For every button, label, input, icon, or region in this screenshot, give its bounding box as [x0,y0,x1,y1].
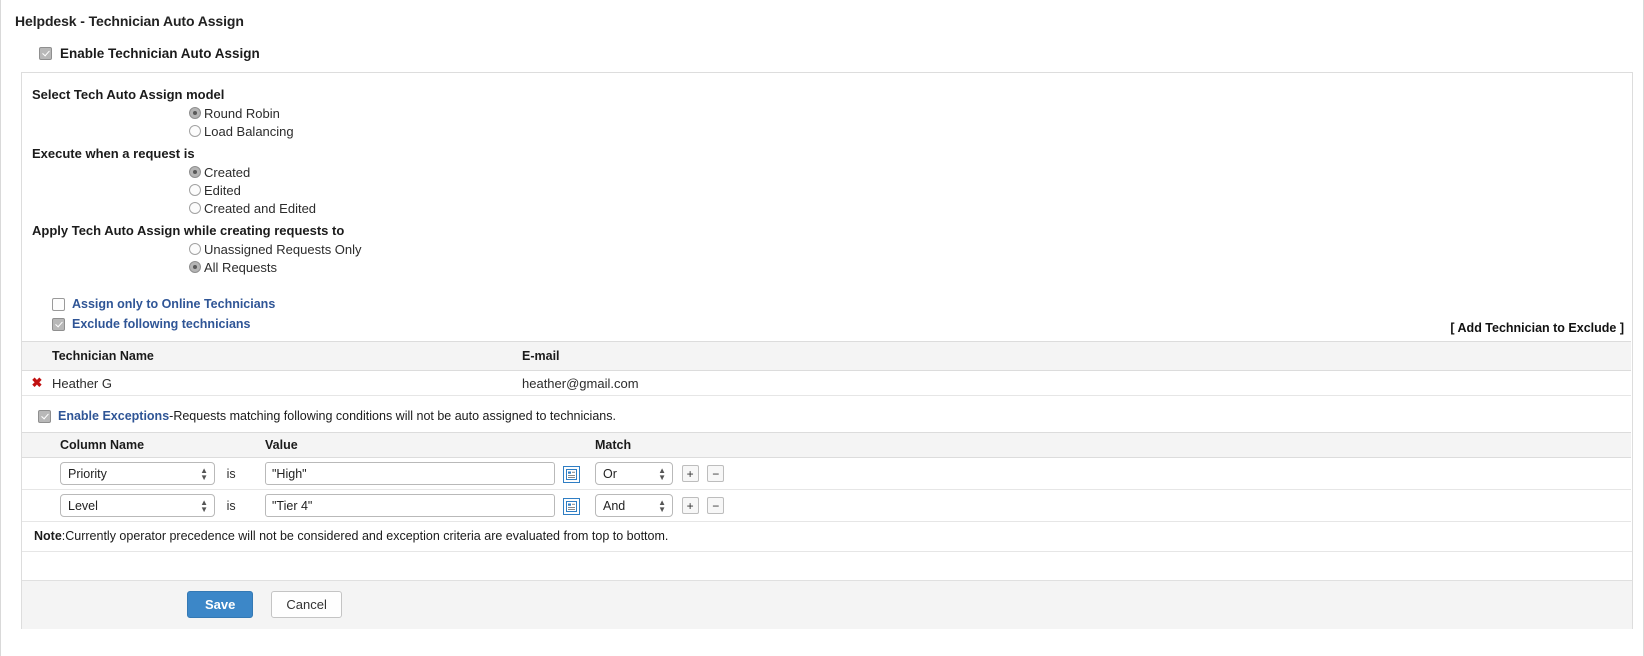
model-radio-group: Round Robin Load Balancing [189,104,1632,140]
apply-group-label: Apply Tech Auto Assign while creating re… [32,223,345,238]
form-footer: Save Cancel [22,580,1632,629]
criteria-row: Priority ▲ ▼ is "High" Or ▲ ▼ + − [22,457,1631,490]
note-text: :Currently operator precedence will not … [61,529,669,543]
criteria-header-row: Column Name Value Match [22,432,1631,458]
radio-edited-label: Edited [204,182,241,198]
save-button[interactable]: Save [187,591,254,618]
radio-load-balancing-control[interactable] [189,125,201,137]
exclude-technicians-row[interactable]: Exclude following technicians [52,314,1632,334]
exclude-technicians-checkbox[interactable] [52,317,65,331]
add-technician-to-exclude-link[interactable]: [ Add Technician to Exclude ] [1450,321,1624,335]
radio-load-balancing[interactable]: Load Balancing [189,122,1632,140]
criteria-operator-label-0: is [226,466,236,481]
criteria-operator-label-1: is [226,498,236,513]
cancel-button[interactable]: Cancel [271,591,342,618]
radio-round-robin[interactable]: Round Robin [189,104,1632,122]
enable-auto-assign-checkbox[interactable] [39,47,52,60]
radio-all-requests[interactable]: All Requests [189,258,1632,276]
technician-name-cell: Heather G [52,370,522,396]
add-criteria-button-1[interactable]: + [681,497,699,514]
th-criteria-spacer [22,432,60,458]
online-technicians-label: Assign only to Online Technicians [72,297,276,311]
add-criteria-button-0[interactable]: + [681,465,699,482]
radio-load-balancing-label: Load Balancing [204,123,294,139]
criteria-match-cell: Or ▲ ▼ + − [595,457,1631,490]
page-container: Helpdesk - Technician Auto Assign Enable… [0,0,1644,656]
radio-all-requests-label: All Requests [204,259,277,275]
criteria-match-select-0[interactable]: Or [595,462,673,485]
criteria-value-input-0[interactable] [265,462,555,485]
criteria-column-select-0[interactable]: Priority [60,462,215,485]
criteria-row: Level ▲ ▼ is "Tier 4" And ▲ ▼ + − [22,489,1631,522]
apply-radio-group: Unassigned Requests Only All Requests [189,240,1632,276]
criteria-value-cell [265,457,595,490]
criteria-row-spacer [22,489,60,522]
enable-auto-assign-label: Enable Technician Auto Assign [60,46,260,61]
execute-radio-group: Created Edited Created and Edited [189,163,1632,217]
radio-round-robin-control[interactable] [189,107,201,119]
radio-edited-control[interactable] [189,184,201,196]
radio-unassigned-requests-only[interactable]: Unassigned Requests Only [189,240,1632,258]
th-delete-spacer [22,341,52,371]
th-value: Value [265,432,595,458]
criteria-note: Note:Currently operator precedence will … [22,522,1632,552]
th-email: E-mail [522,341,1631,371]
enable-exceptions-description: -Requests matching following conditions … [169,409,616,423]
value-picker-icon-1[interactable] [562,497,580,515]
table-row: ✖ Heather G heather@gmail.com [22,370,1631,396]
technician-email-cell: heather@gmail.com [522,370,1631,396]
delete-cell: ✖ [22,370,52,396]
criteria-column-select-1[interactable]: Level [60,494,215,517]
criteria-match-cell: And ▲ ▼ + − [595,489,1631,522]
criteria-value-input-1[interactable] [265,494,555,517]
enable-exceptions-checkbox[interactable] [38,409,51,423]
criteria-match-select-1[interactable]: And [595,494,673,517]
criteria-column-cell: Priority ▲ ▼ is [60,457,265,490]
table-header-row: Technician Name E-mail [22,341,1631,371]
enable-auto-assign-row[interactable]: Enable Technician Auto Assign [39,46,1643,61]
radio-all-requests-control[interactable] [189,261,201,273]
remove-criteria-button-0[interactable]: − [707,465,725,482]
page-title: Helpdesk - Technician Auto Assign [15,13,244,29]
remove-criteria-button-1[interactable]: − [707,497,725,514]
radio-created-control[interactable] [189,166,201,178]
note-label: Note [34,529,62,543]
radio-unassigned-requests-only-control[interactable] [189,243,201,255]
online-technicians-checkbox[interactable] [52,297,65,311]
delete-icon[interactable]: ✖ [32,375,43,390]
radio-created-and-edited[interactable]: Created and Edited [189,199,1632,217]
criteria-row-spacer [22,457,60,490]
exclude-technicians-label: Exclude following technicians [72,317,251,331]
settings-panel: Select Tech Auto Assign model Round Robi… [21,72,1633,629]
model-group-label: Select Tech Auto Assign model [32,87,225,102]
radio-round-robin-label: Round Robin [204,105,280,121]
th-technician-name: Technician Name [52,341,522,371]
execute-group-label: Execute when a request is [32,146,195,161]
radio-edited[interactable]: Edited [189,181,1632,199]
enable-exceptions-row[interactable]: Enable Exceptions -Requests matching foll… [38,409,1632,423]
radio-created-label: Created [204,164,251,180]
radio-created-and-edited-control[interactable] [189,202,201,214]
criteria-value-cell [265,489,595,522]
radio-created[interactable]: Created [189,163,1632,181]
radio-unassigned-requests-only-label: Unassigned Requests Only [204,241,362,257]
enable-exceptions-label: Enable Exceptions [58,409,170,423]
value-picker-icon-0[interactable] [562,465,580,483]
excluded-technicians-table: Technician Name E-mail ✖ Heather G heath… [22,341,1631,396]
exception-criteria-table: Column Name Value Match Priority ▲ ▼ is … [22,432,1631,522]
criteria-column-cell: Level ▲ ▼ is [60,489,265,522]
th-column-name: Column Name [60,432,265,458]
footer-spacer [22,552,1632,580]
th-match: Match [595,432,1631,458]
radio-created-and-edited-label: Created and Edited [204,200,317,216]
online-technicians-row[interactable]: Assign only to Online Technicians [52,294,1632,314]
